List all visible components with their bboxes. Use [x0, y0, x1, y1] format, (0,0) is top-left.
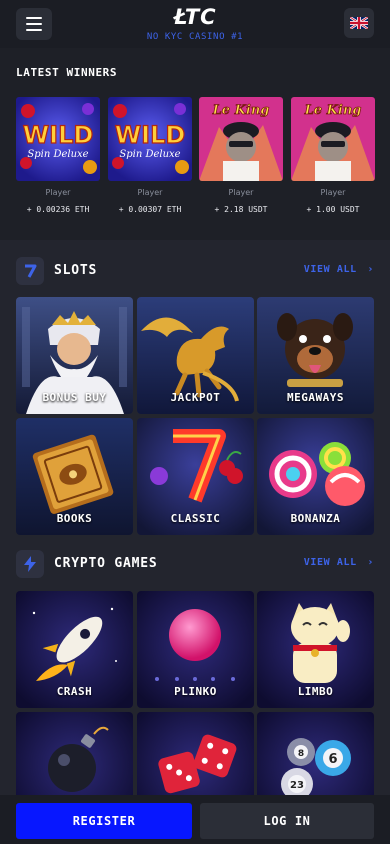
winner-card[interactable]: Le King Player + 1.00 USDT: [291, 97, 375, 214]
tile-label: CLASSIC: [170, 512, 221, 525]
slots-tile-jackpot[interactable]: JACKPOT: [137, 297, 254, 414]
login-button[interactable]: LOG IN: [200, 803, 374, 839]
site-tagline: NO KYC CASINO #1: [146, 32, 244, 42]
slots-tile-megaways[interactable]: MEGAWAYS: [257, 297, 374, 414]
tile-label: LIMBO: [297, 685, 334, 698]
tile-label: BONANZA: [290, 512, 341, 525]
chevron-right-icon: ›: [367, 264, 374, 275]
register-button[interactable]: REGISTER: [16, 803, 192, 839]
winner-card[interactable]: WILD Spin Deluxe Player + 0.00236 ETH: [16, 97, 100, 214]
crypto-games-section-header: CRYPTO GAMES VIEW ALL ›: [16, 550, 374, 578]
svg-text:WILD: WILD: [115, 121, 186, 149]
crypto-tile-plinko[interactable]: PLINKO: [137, 591, 254, 708]
winner-amount: + 1.00 USDT: [306, 205, 360, 214]
game-thumbnail-le-king[interactable]: Le King: [199, 97, 283, 181]
tile-label: MEGAWAYS: [287, 391, 344, 404]
crypto-tile-crash[interactable]: CRASH: [16, 591, 133, 708]
winner-player-name: Player: [228, 188, 254, 197]
game-thumbnail-wild-spin[interactable]: WILD Spin Deluxe: [108, 97, 192, 181]
svg-text:Le King: Le King: [212, 103, 270, 118]
tile-label: JACKPOT: [170, 391, 221, 404]
tile-label: BOOKS: [56, 512, 93, 525]
winner-amount: + 0.00236 ETH: [26, 205, 90, 214]
game-thumbnail-wild-spin[interactable]: WILD Spin Deluxe: [16, 97, 100, 181]
lightning-icon: [16, 550, 44, 578]
lottery-ball-number: 6: [328, 752, 337, 767]
svg-text:Le King: Le King: [304, 103, 362, 118]
slots-tile-bonanza[interactable]: BONANZA: [257, 418, 374, 535]
crypto-games-title: CRYPTO GAMES: [54, 556, 158, 571]
tile-label: CRASH: [56, 685, 93, 698]
language-button[interactable]: [344, 8, 374, 38]
tile-label: BONUS BUY: [42, 391, 107, 404]
view-all-label: VIEW ALL: [303, 264, 357, 275]
latest-winners-title: LATEST WINNERS: [16, 66, 118, 79]
slots-tile-books[interactable]: BOOKS: [16, 418, 133, 535]
slots-title: SLOTS: [54, 263, 98, 278]
crypto-tile-limbo[interactable]: LIMBO: [257, 591, 374, 708]
svg-text:Spin Deluxe: Spin Deluxe: [119, 149, 180, 160]
uk-flag-icon: [350, 17, 368, 29]
svg-text:WILD: WILD: [23, 121, 94, 149]
winner-amount: + 2.18 USDT: [214, 205, 268, 214]
view-all-label: VIEW ALL: [303, 557, 357, 568]
winner-player-name: Player: [320, 188, 346, 197]
slots-view-all-link[interactable]: VIEW ALL ›: [304, 264, 374, 275]
seven-icon: [16, 257, 44, 285]
winner-player-name: Player: [137, 188, 163, 197]
lottery-ball-number: 8: [298, 749, 304, 759]
winner-amount: + 0.00307 ETH: [118, 205, 182, 214]
winner-player-name: Player: [45, 188, 71, 197]
crypto-games-view-all-link[interactable]: VIEW ALL ›: [304, 557, 374, 568]
winner-card[interactable]: WILD Spin Deluxe Player + 0.00307 ETH: [108, 97, 192, 214]
slots-tile-classic[interactable]: CLASSIC: [137, 418, 254, 535]
lottery-ball-number: 23: [290, 780, 304, 791]
slots-section-header: SLOTS VIEW ALL ›: [16, 257, 374, 285]
site-logo[interactable]: ŁTC: [0, 5, 390, 29]
winner-card[interactable]: Le King Player + 2.18 USDT: [199, 97, 283, 214]
top-header: ŁTC NO KYC CASINO #1: [0, 0, 390, 48]
game-thumbnail-le-king[interactable]: Le King: [291, 97, 375, 181]
slots-tile-bonus-buy[interactable]: BONUS BUY: [16, 297, 133, 414]
chevron-right-icon: ›: [367, 557, 374, 568]
svg-text:Spin Deluxe: Spin Deluxe: [27, 149, 88, 160]
tile-label: PLINKO: [174, 685, 217, 698]
